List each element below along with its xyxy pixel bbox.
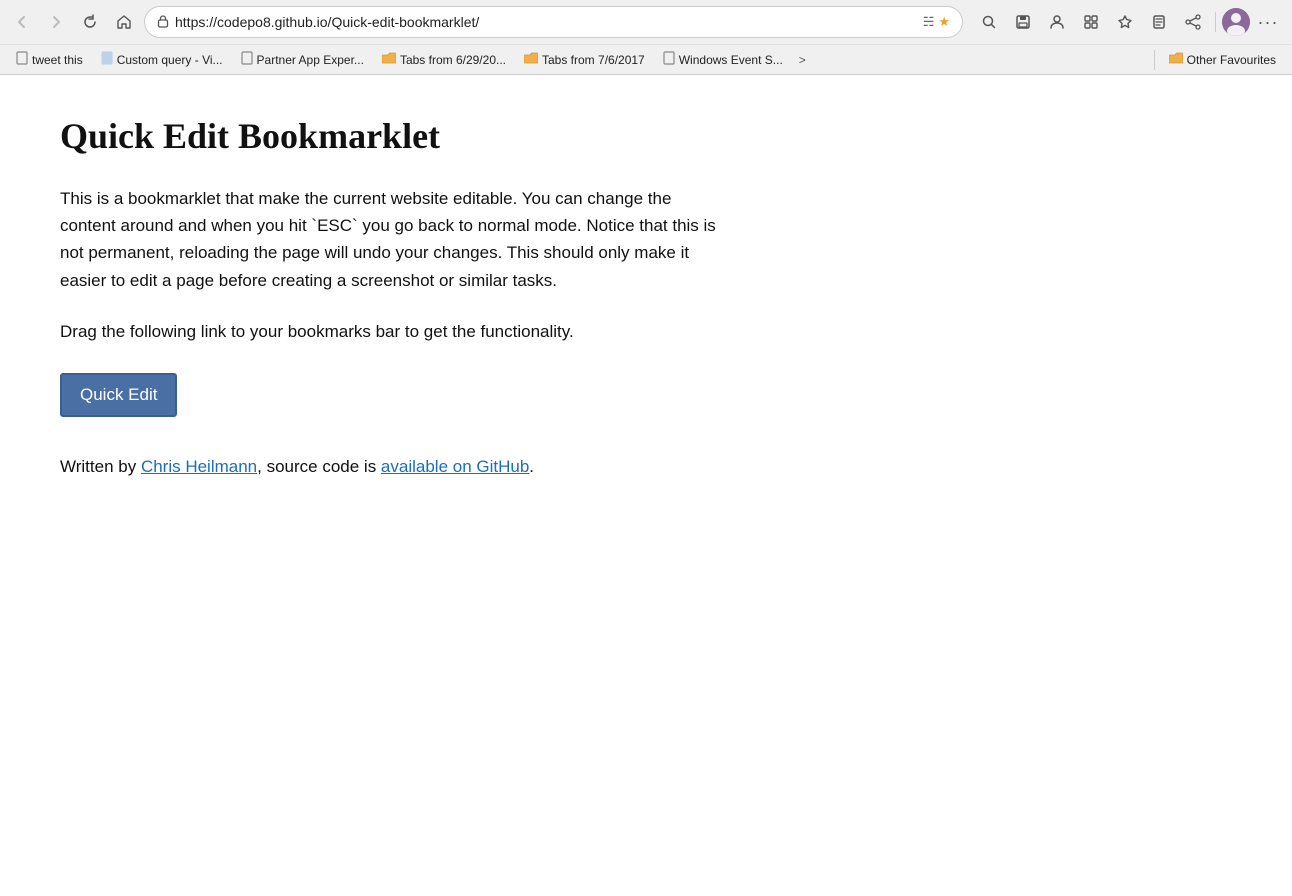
home-button[interactable]	[110, 8, 138, 36]
drag-instruction: Drag the following link to your bookmark…	[60, 318, 940, 345]
avatar[interactable]	[1222, 8, 1250, 36]
bookmark-tweet-this[interactable]: tweet this	[8, 48, 91, 71]
bookmarks-more: Other Favourites	[1150, 49, 1284, 70]
toolbar-icons: ···	[973, 6, 1284, 38]
other-favourites-folder-icon	[1169, 52, 1183, 67]
forward-button[interactable]	[42, 8, 70, 36]
bookmark-partner-app[interactable]: Partner App Exper...	[233, 48, 372, 71]
browser-chrome: ☵ ★	[0, 0, 1292, 75]
page-description: This is a bookmarklet that make the curr…	[60, 185, 720, 294]
page-title: Quick Edit Bookmarklet	[60, 115, 940, 157]
bookmark-label: Windows Event S...	[679, 53, 783, 67]
quick-edit-bookmarklet[interactable]: Quick Edit	[60, 373, 177, 417]
bookmarks-bar: tweet this Custom query - Vi... Partner …	[0, 44, 1292, 74]
share-button[interactable]	[1177, 6, 1209, 38]
bookmark-label: Tabs from 6/29/20...	[400, 53, 506, 67]
address-bar[interactable]: ☵ ★	[144, 6, 963, 38]
bookmark-label: Partner App Exper...	[257, 53, 364, 67]
bookmark-windows-event[interactable]: Windows Event S...	[655, 48, 791, 71]
other-favourites-label: Other Favourites	[1187, 53, 1276, 67]
other-favourites[interactable]: Other Favourites	[1161, 49, 1284, 70]
attribution-middle: , source code is	[257, 457, 381, 476]
save-button[interactable]	[1007, 6, 1039, 38]
collections-button[interactable]	[1143, 6, 1175, 38]
profile-button[interactable]	[1041, 6, 1073, 38]
author-link[interactable]: Chris Heilmann	[141, 457, 257, 476]
bookmark-file-icon	[663, 51, 675, 68]
attribution: Written by Chris Heilmann, source code i…	[60, 453, 940, 480]
reader-mode-icon[interactable]: ☵	[923, 14, 935, 30]
ellipsis-icon: ···	[1258, 12, 1279, 33]
title-bar: ☵ ★	[0, 0, 1292, 44]
favorites-button[interactable]	[1109, 6, 1141, 38]
bookmark-label: tweet this	[32, 53, 83, 67]
bookmark-folder-icon	[382, 52, 396, 67]
bookmark-label: Custom query - Vi...	[117, 53, 223, 67]
bookmark-file-blue-icon	[101, 51, 113, 68]
attribution-prefix: Written by	[60, 457, 141, 476]
bookmark-file-icon	[241, 51, 253, 68]
more-button[interactable]: ···	[1252, 6, 1284, 38]
address-bar-icons: ☵ ★	[923, 14, 950, 30]
bookmarks-overflow-button[interactable]: >	[793, 50, 812, 70]
separator	[1215, 12, 1216, 32]
bookmark-custom-query[interactable]: Custom query - Vi...	[93, 48, 231, 71]
bookmark-tabs-jul[interactable]: Tabs from 7/6/2017	[516, 49, 653, 70]
page-content: Quick Edit Bookmarklet This is a bookmar…	[0, 75, 1000, 520]
favourite-icon[interactable]: ★	[938, 14, 950, 30]
lock-icon	[157, 14, 169, 31]
back-button[interactable]	[8, 8, 36, 36]
search-button[interactable]	[973, 6, 1005, 38]
extensions-button[interactable]	[1075, 6, 1107, 38]
github-link[interactable]: available on GitHub	[381, 457, 529, 476]
bookmark-file-icon	[16, 51, 28, 68]
refresh-button[interactable]	[76, 8, 104, 36]
bookmark-label: Tabs from 7/6/2017	[542, 53, 645, 67]
separator	[1154, 50, 1155, 70]
attribution-suffix: .	[529, 457, 534, 476]
url-input[interactable]	[175, 14, 917, 30]
bookmark-folder-icon	[524, 52, 538, 67]
overflow-label: >	[799, 53, 806, 67]
bookmark-tabs-jun[interactable]: Tabs from 6/29/20...	[374, 49, 514, 70]
